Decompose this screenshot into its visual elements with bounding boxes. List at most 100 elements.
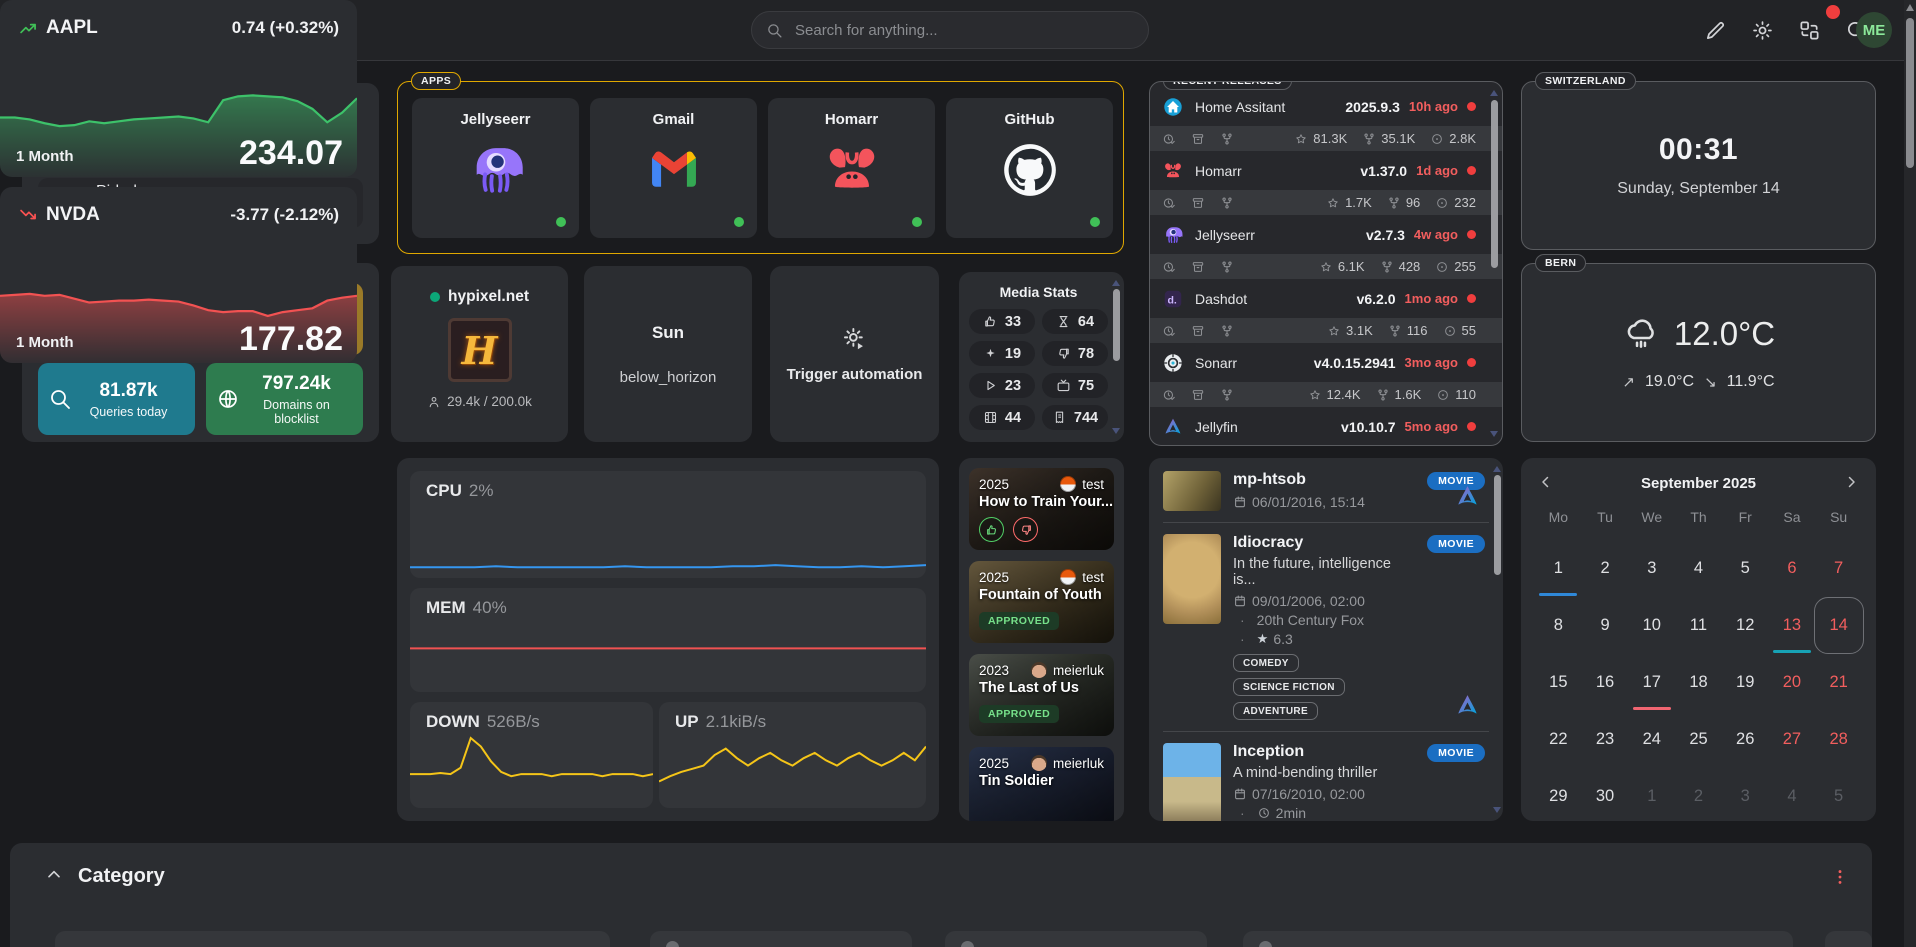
header-action-button[interactable] bbox=[1751, 19, 1774, 42]
search-field[interactable] bbox=[793, 21, 1134, 40]
memory-panel: MEM40% bbox=[410, 588, 926, 692]
release-version: v10.10.7 bbox=[1341, 419, 1396, 435]
media-stat-value: 23 bbox=[1005, 378, 1021, 394]
fork-icon bbox=[1220, 196, 1234, 210]
category-menu-button[interactable] bbox=[1830, 867, 1850, 890]
app-name: GitHub bbox=[946, 111, 1113, 128]
release-age: 3mo ago bbox=[1405, 355, 1458, 370]
sun-widget: Sun below_horizon bbox=[584, 266, 752, 442]
media-stat-pill: 19 bbox=[969, 341, 1035, 366]
calendar-day: 3 bbox=[1628, 540, 1675, 597]
release-row[interactable]: Jellyfin v10.10.7 5mo ago bbox=[1150, 410, 1502, 443]
category-card[interactable] bbox=[1825, 931, 1872, 947]
scroll-up-arrow[interactable] bbox=[1906, 4, 1914, 11]
media-tags: COMEDYSCIENCE FICTIONADVENTURE bbox=[1233, 654, 1399, 720]
issues-icon bbox=[1435, 196, 1449, 210]
stat-value: 797.24k bbox=[240, 373, 353, 395]
release-name: Dashdot bbox=[1195, 291, 1247, 307]
release-stats-row: 6.1K 428 255 bbox=[1150, 254, 1502, 279]
request-votes bbox=[979, 517, 1104, 542]
request-status-badge: APPROVED bbox=[979, 612, 1059, 630]
header-action-icon bbox=[1704, 19, 1727, 42]
pihole-stat-card: 797.24k Domains on blocklist bbox=[206, 363, 363, 435]
media-type-badge: MOVIE bbox=[1427, 535, 1485, 553]
category-card[interactable] bbox=[55, 931, 610, 947]
request-card[interactable]: 2025 test Fountain of Youth APPROVED bbox=[969, 561, 1114, 643]
header-action-button[interactable] bbox=[1798, 19, 1821, 42]
calendar-day: 16 bbox=[1582, 654, 1629, 711]
requester-name: test bbox=[1082, 477, 1104, 492]
high-arrow-icon: ↗ bbox=[1622, 373, 1635, 391]
media-requests-widget: 2025 test How to Train Your... 2025 bbox=[959, 458, 1124, 821]
release-forks: 116 bbox=[1407, 323, 1428, 338]
release-row[interactable]: Dashdot v6.2.0 1mo ago bbox=[1150, 282, 1502, 315]
media-title: mp-htsob bbox=[1233, 471, 1399, 489]
request-card[interactable]: 2025 meierluk Tin Soldier bbox=[969, 747, 1114, 821]
category-card[interactable] bbox=[650, 931, 912, 947]
decline-button[interactable] bbox=[1013, 517, 1038, 542]
calendar-day: 23 bbox=[1582, 711, 1629, 768]
header-action-button[interactable] bbox=[1704, 19, 1727, 42]
approve-button[interactable] bbox=[979, 517, 1004, 542]
media-item[interactable]: Inception A mind-bending thriller 07/16/… bbox=[1163, 732, 1489, 821]
stock-change: -3.77 (-2.12%) bbox=[230, 205, 339, 225]
calendar-next-button[interactable] bbox=[1840, 472, 1862, 494]
release-issues: 55 bbox=[1462, 323, 1476, 338]
release-stars: 6.1K bbox=[1338, 259, 1365, 274]
media-item[interactable]: mp-htsob 06/01/2016, 15:14 MOVIE bbox=[1163, 460, 1489, 523]
release-row[interactable]: Homarr v1.37.0 1d ago bbox=[1150, 154, 1502, 187]
weather-low: 11.9°C bbox=[1727, 373, 1775, 391]
calendar-day: 5 bbox=[1722, 540, 1769, 597]
app-status-dot bbox=[1090, 217, 1100, 227]
release-row[interactable]: Home Assitant 2025.9.3 10h ago bbox=[1150, 90, 1502, 123]
media-list-scrollbar[interactable] bbox=[1493, 466, 1501, 813]
category-card[interactable] bbox=[1243, 931, 1793, 947]
calendar-icon bbox=[1233, 787, 1247, 801]
page-scrollbar[interactable] bbox=[1904, 0, 1916, 947]
app-tile[interactable]: GitHub bbox=[946, 98, 1113, 238]
media-title: Idiocracy bbox=[1233, 534, 1399, 552]
category-collapse-button[interactable] bbox=[44, 865, 64, 888]
avatar[interactable]: ME bbox=[1856, 12, 1892, 48]
stat-icon bbox=[216, 387, 240, 411]
calendar-day: 29 bbox=[1535, 768, 1582, 825]
calendar-day: 4 bbox=[1675, 540, 1722, 597]
calendar-day: 30 bbox=[1582, 768, 1629, 825]
calendar-day: 19 bbox=[1722, 654, 1769, 711]
weather-temp: 12.0°C bbox=[1674, 315, 1775, 353]
media-stat-value: 744 bbox=[1074, 410, 1098, 426]
request-card[interactable]: 2023 meierluk The Last of Us APPROVED bbox=[969, 654, 1114, 736]
request-year: 2025 bbox=[979, 477, 1009, 492]
media-type-badge: MOVIE bbox=[1427, 744, 1485, 762]
media-stat-value: 64 bbox=[1078, 314, 1094, 330]
release-row[interactable]: Jellyseerr v2.7.3 4w ago bbox=[1150, 218, 1502, 251]
media-item[interactable]: Idiocracy In the future, intelligence is… bbox=[1163, 523, 1489, 732]
calendar-weekday: Su bbox=[1815, 502, 1862, 532]
release-app-icon bbox=[1162, 224, 1184, 246]
app-tile[interactable]: Gmail bbox=[590, 98, 757, 238]
chevron-right-icon bbox=[1842, 473, 1860, 491]
calendar-day: 25 bbox=[1675, 711, 1722, 768]
scrollbar-thumb[interactable] bbox=[1906, 18, 1914, 168]
header-action-icon bbox=[1798, 19, 1821, 42]
category-card[interactable] bbox=[945, 931, 1207, 947]
network-down-panel: DOWN526B/s bbox=[410, 702, 653, 808]
stock-price: 234.07 bbox=[239, 134, 343, 173]
app-tile[interactable]: Jellyseerr bbox=[412, 98, 579, 238]
search-input[interactable] bbox=[751, 11, 1149, 49]
issues-icon bbox=[1435, 260, 1449, 274]
release-row[interactable]: Sonarr v4.0.15.2941 3mo ago bbox=[1150, 346, 1502, 379]
calendar-day: 6 bbox=[1769, 540, 1816, 597]
request-card[interactable]: 2025 test How to Train Your... bbox=[969, 468, 1114, 550]
calendar-day: 4 bbox=[1769, 768, 1816, 825]
calendar-prev-button[interactable] bbox=[1535, 472, 1557, 494]
media-stats-scrollbar[interactable] bbox=[1112, 280, 1120, 434]
releases-scrollbar[interactable] bbox=[1490, 90, 1498, 437]
app-tile[interactable]: Homarr bbox=[768, 98, 935, 238]
media-stat-icon bbox=[1056, 378, 1071, 393]
request-title: The Last of Us bbox=[979, 680, 1104, 696]
weather-high: 19.0°C bbox=[1645, 373, 1694, 391]
star-icon bbox=[1294, 132, 1308, 146]
media-stat-icon bbox=[1052, 410, 1067, 425]
automation-widget[interactable]: Trigger automation bbox=[770, 266, 939, 442]
